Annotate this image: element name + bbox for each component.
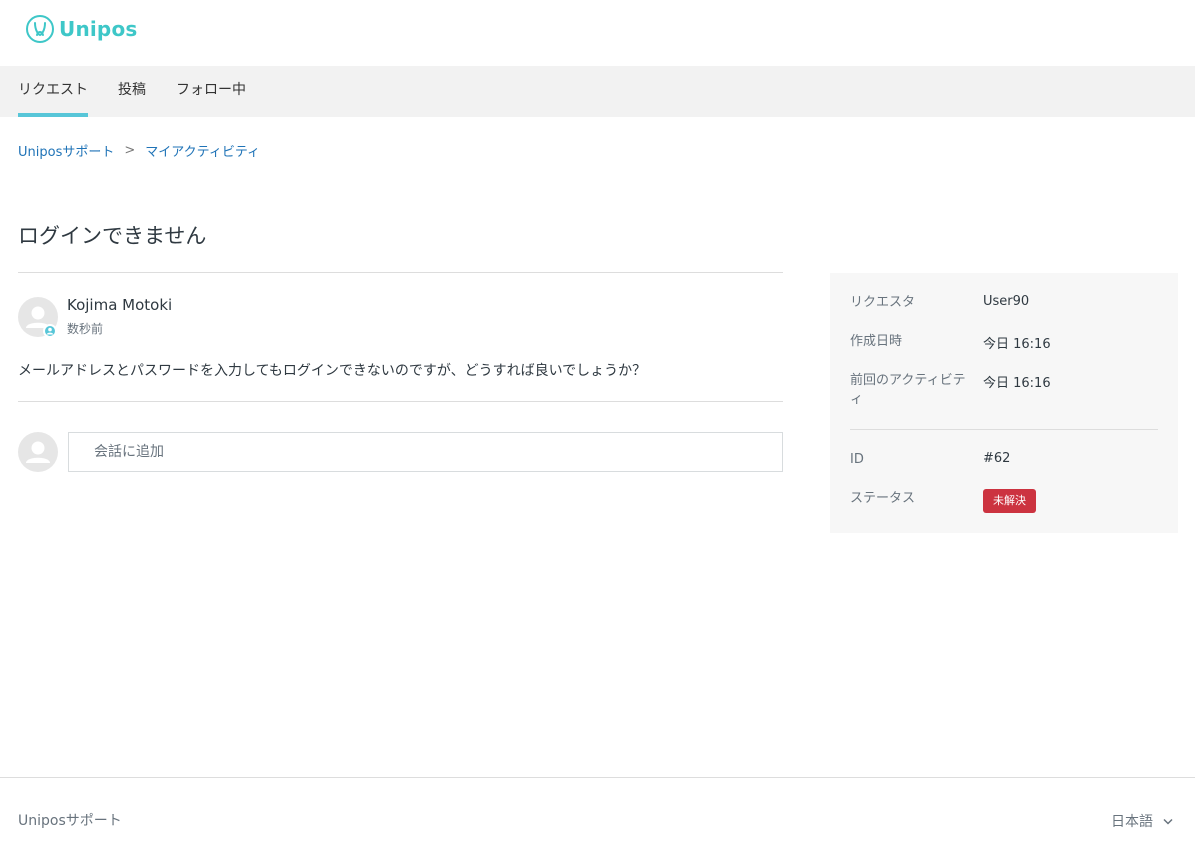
breadcrumb-home-link[interactable]: Uniposサポート (18, 141, 114, 160)
user-silhouette-icon (26, 441, 50, 463)
tab-posts[interactable]: 投稿 (118, 66, 146, 117)
add-comment-input[interactable]: 会話に追加 (68, 432, 783, 472)
request-details-panel: リクエスタ User90 作成日時 今日 16:16 前回のアクティビティ 今日… (830, 273, 1178, 533)
divider (18, 272, 783, 273)
id-label: ID (850, 452, 864, 467)
status-badge: 未解決 (983, 489, 1036, 513)
tab-following[interactable]: フォロー中 (176, 66, 246, 117)
sidebar-divider (850, 429, 1158, 430)
last-activity-value: 今日 16:16 (983, 376, 1051, 391)
breadcrumb-my-activity-link[interactable]: マイアクティビティ (145, 141, 260, 160)
footer-brand-link[interactable]: Uniposサポート (18, 810, 122, 830)
agent-badge-icon (43, 324, 57, 338)
id-value: #62 (983, 451, 1011, 466)
breadcrumb: Uniposサポート > マイアクティビティ (18, 141, 260, 160)
site-header: Unipos (0, 0, 1195, 66)
unipos-logo-icon (26, 15, 54, 43)
tab-requests[interactable]: リクエスト (18, 66, 88, 117)
request-nav: リクエスト 投稿 フォロー中 (0, 66, 1195, 117)
created-label: 作成日時 (850, 334, 903, 349)
author-name[interactable]: Kojima Motoki (67, 296, 172, 314)
last-activity-label: 前回のアクティビティ (850, 373, 966, 407)
footer-divider (0, 777, 1195, 778)
divider (18, 401, 783, 402)
language-selector[interactable]: 日本語 (1111, 811, 1173, 831)
created-value: 今日 16:16 (983, 337, 1051, 352)
post-time: 数秒前 (67, 322, 104, 336)
request-body: メールアドレスとパスワードを入力してもログインできないのですが、どうすれば良いで… (18, 363, 647, 379)
current-user-avatar (18, 432, 58, 472)
requester-label: リクエスタ (850, 295, 916, 310)
breadcrumb-separator: > (124, 143, 136, 158)
status-label: ステータス (850, 491, 916, 506)
chevron-down-icon (1163, 818, 1173, 825)
page-title: ログインできません (18, 224, 207, 248)
unipos-logo[interactable]: Unipos (25, 14, 138, 44)
brand-name: Unipos (59, 17, 138, 41)
language-label: 日本語 (1111, 814, 1153, 830)
requester-value: User90 (983, 294, 1030, 309)
